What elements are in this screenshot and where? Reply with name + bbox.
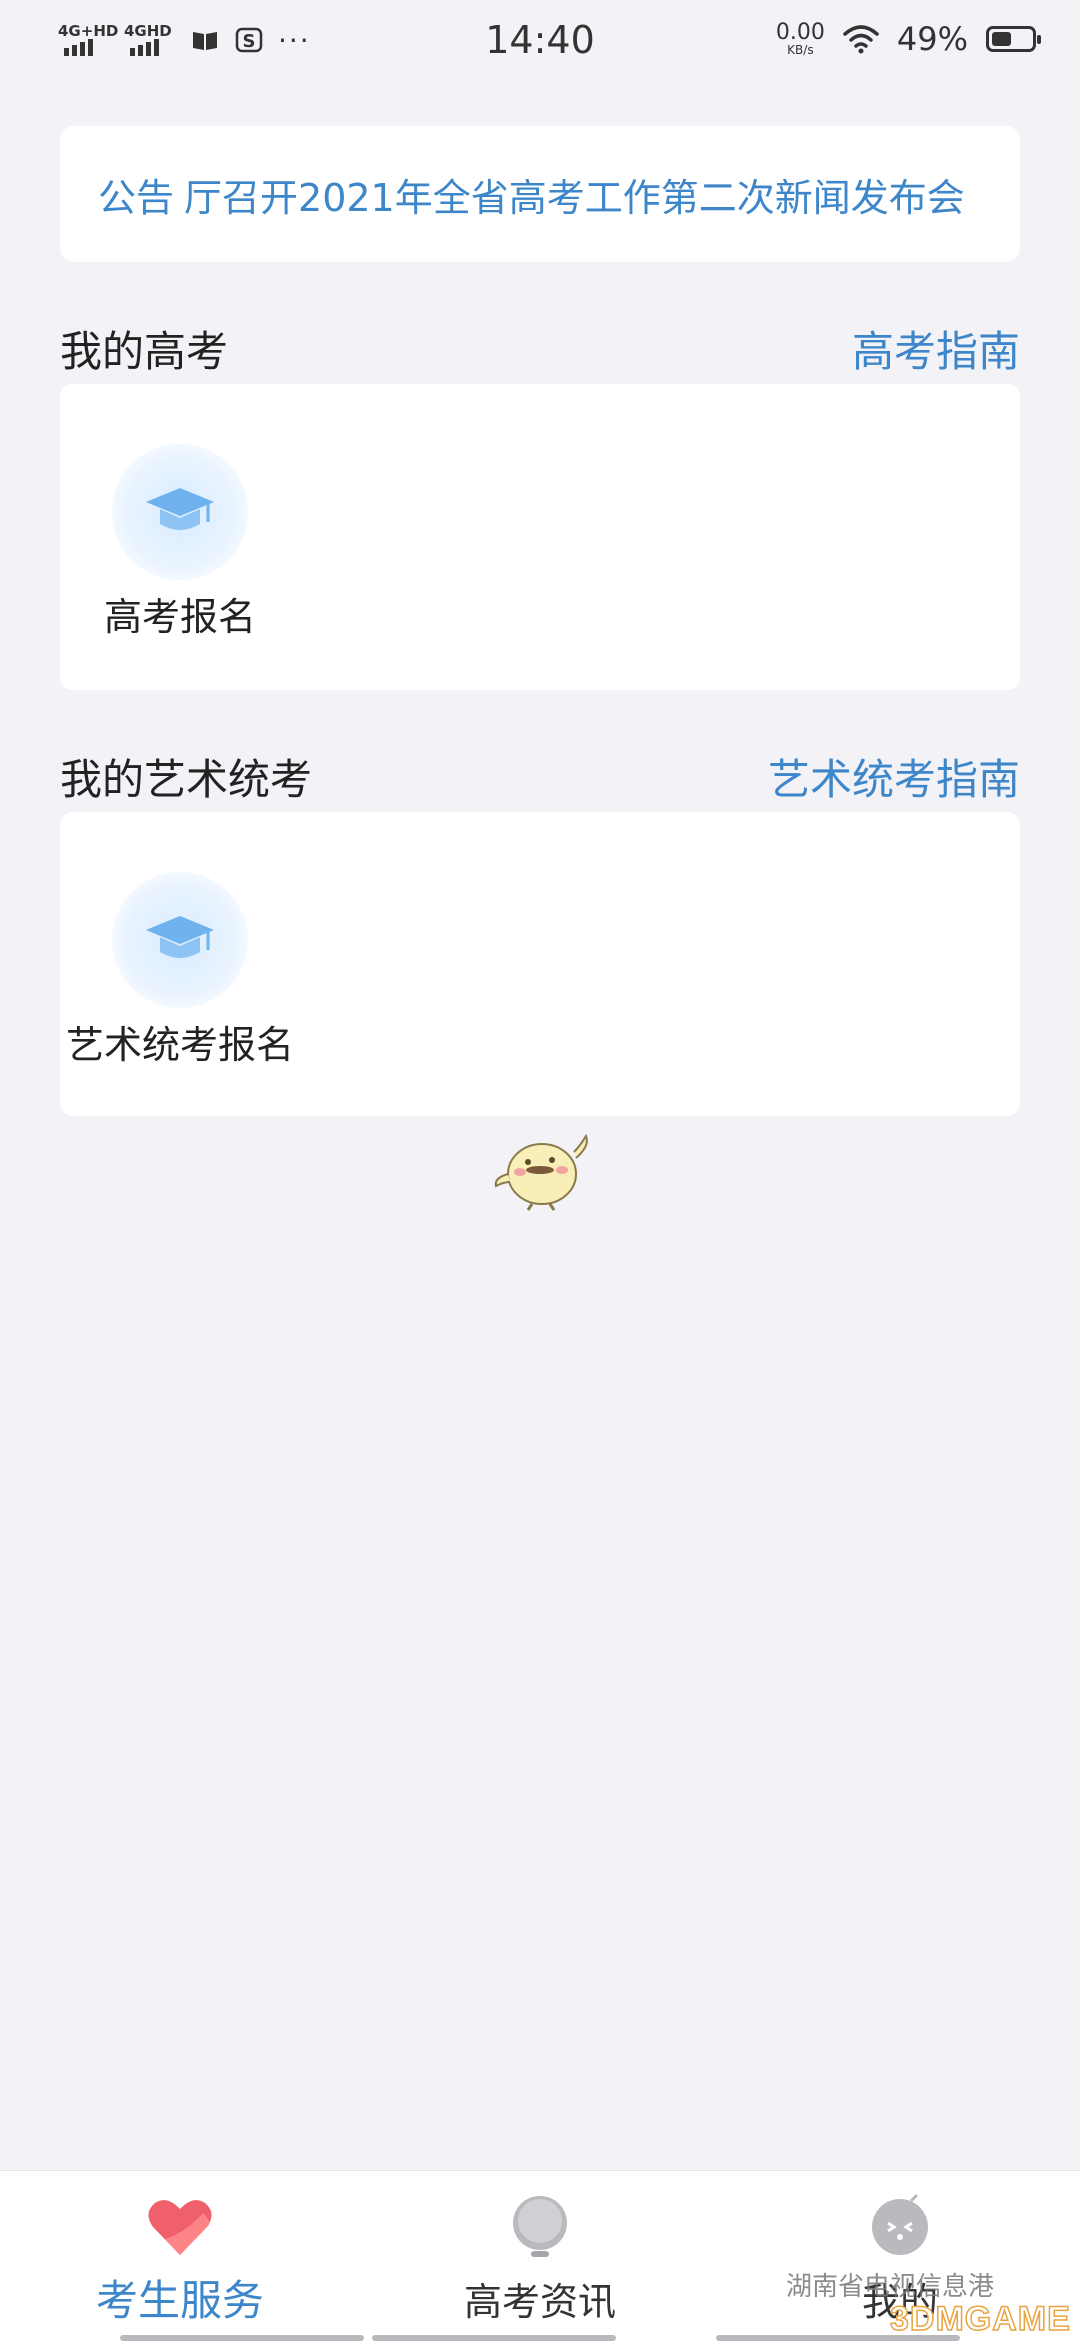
- chick-mascot-icon: [494, 1133, 588, 1211]
- tab-indicator-2: [372, 2335, 616, 2341]
- graduation-cap-icon: [112, 872, 248, 1008]
- gaokao-section-title: 我的高考: [60, 326, 229, 376]
- tile-label: 艺术统考报名: [65, 1023, 294, 1067]
- tab-student-services[interactable]: 考生服务: [0, 2171, 360, 2341]
- bulb-icon: [513, 2196, 567, 2257]
- wechat-watermark: 湖南省电视信息港: [786, 2272, 995, 2302]
- announcement-text[interactable]: 厅召开2021年全省高考工作第二次新闻发布会: [184, 167, 965, 222]
- tab-gaokao-news[interactable]: 高考资讯: [360, 2171, 720, 2341]
- graduation-cap-icon: [112, 444, 248, 580]
- tab-indicator-1: [120, 2335, 364, 2341]
- art-section-title: 我的艺术统考: [60, 754, 313, 804]
- tile-label: 高考报名: [103, 595, 256, 639]
- gaokao-card: 高考报名: [60, 384, 1020, 690]
- art-guide-link[interactable]: 艺术统考指南: [768, 746, 1020, 807]
- speed-unit: KB/s: [787, 43, 814, 57]
- battery-percent: 49%: [896, 20, 968, 58]
- wifi-icon: [843, 25, 879, 54]
- speed-value: 0.00: [775, 20, 825, 45]
- status-bar: 4G+HD 4GHD S ··· 14:40 0.00 KB/s 49%: [0, 0, 1080, 90]
- tab-label: 高考资讯: [463, 2280, 616, 2324]
- status-right: 0.00 KB/s 49%: [775, 20, 1041, 58]
- art-card: 艺术统考报名: [60, 812, 1020, 1116]
- network-speed: 0.00 KB/s: [775, 20, 825, 57]
- art-signup-tile[interactable]: 艺术统考报名: [60, 872, 300, 1069]
- gaokao-signup-tile[interactable]: 高考报名: [60, 444, 300, 641]
- announcement-label: 公告: [98, 175, 175, 220]
- art-section-header: 我的艺术统考 艺术统考指南: [60, 746, 1020, 806]
- 3dmgame-logo: 3DMGAME: [889, 2299, 1071, 2339]
- announcement-banner[interactable]: 公告 厅召开2021年全省高考工作第二次新闻发布会: [60, 126, 1020, 262]
- battery-icon: [986, 26, 1041, 52]
- gaokao-section-header: 我的高考 高考指南: [60, 318, 1020, 378]
- face-icon: [872, 2193, 928, 2255]
- heart-icon: [148, 2200, 212, 2255]
- tab-label: 考生服务: [95, 2276, 264, 2325]
- gaokao-guide-link[interactable]: 高考指南: [852, 318, 1020, 379]
